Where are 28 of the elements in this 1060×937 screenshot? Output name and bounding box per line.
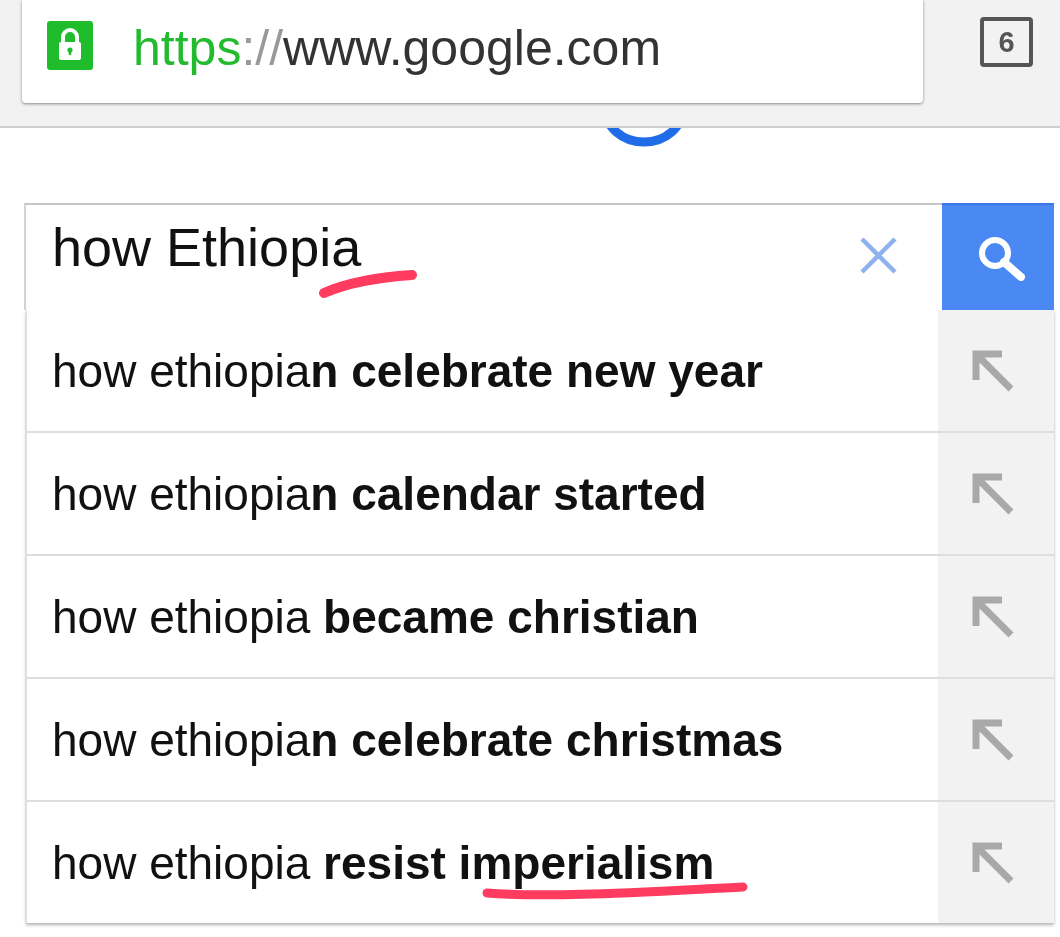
suggestion-item[interactable]: how ethiopian celebrate new year [27,310,1054,433]
tab-switcher-button[interactable]: 6 [980,17,1033,67]
arrow-up-left-icon [972,841,1014,884]
arrow-up-left-icon [972,472,1014,515]
arrow-up-left-icon [972,595,1014,638]
search-button[interactable] [942,203,1054,310]
arrow-up-left-icon [972,349,1014,392]
search-icon [977,234,1025,281]
suggestion-item[interactable]: how ethiopian celebrate christmas [27,679,1054,802]
clear-button[interactable] [860,237,897,274]
suggestion-text: how ethiopian calendar started [52,466,707,521]
suggestion-item[interactable]: how ethiopian calendar started [27,433,1054,556]
suggestion-text: how ethiopian celebrate christmas [52,712,784,767]
suggestion-text: how ethiopian celebrate new year [52,343,763,398]
url-text: https://www.google.com [133,23,662,73]
fill-in-button[interactable] [938,802,1054,923]
address-bar[interactable]: https://www.google.com [22,0,923,103]
suggestion-text: how ethiopia became christian [52,589,699,644]
arrow-up-left-icon [972,718,1014,761]
suggestion-item[interactable]: how ethiopia resist imperialism [27,802,1054,923]
fill-in-button[interactable] [938,556,1054,677]
suggestion-text: how ethiopia resist imperialism [52,835,715,890]
search-input[interactable]: how Ethiopia [26,205,860,310]
close-icon [860,237,897,274]
fill-in-button[interactable] [938,433,1054,554]
fill-in-button[interactable] [938,679,1054,800]
fill-in-button[interactable] [938,310,1054,431]
suggestion-item[interactable]: how ethiopia became christian [27,556,1054,679]
